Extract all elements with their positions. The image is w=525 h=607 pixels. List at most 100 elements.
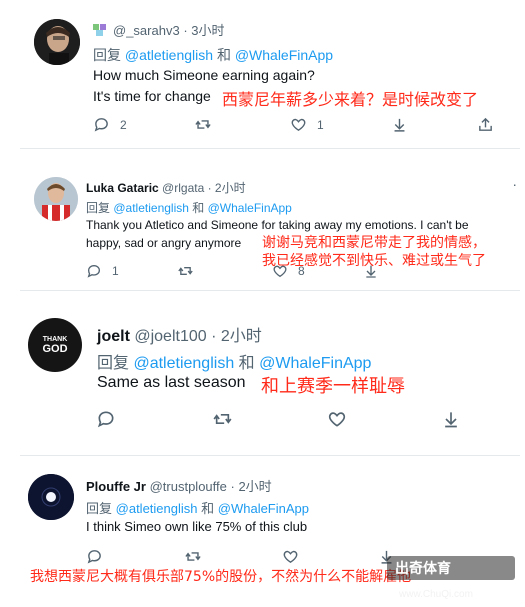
- timestamp[interactable]: · 2小时: [211, 328, 262, 345]
- reply-icon: [87, 264, 101, 278]
- tweet-text-line1: Same as last season: [97, 374, 246, 391]
- watermark-url: www.ChuQi.com: [399, 589, 473, 600]
- divider: [20, 148, 520, 149]
- chinese-annotation: 我想西蒙尼大概有俱乐部75%的股份，不然为什么不能解雇他: [30, 569, 412, 585]
- mention-whalefinapp[interactable]: @WhaleFinApp: [218, 501, 309, 516]
- reply-prefix: 回复: [97, 355, 130, 372]
- reply-prefix: 回复: [86, 201, 111, 215]
- reply-and: 和: [238, 355, 255, 372]
- timestamp[interactable]: · 2小时: [231, 479, 272, 494]
- down-arrow-icon: [394, 118, 405, 132]
- reply-count: 2: [120, 117, 127, 132]
- downvote-button[interactable]: [441, 409, 461, 429]
- reply-icon: [94, 118, 108, 132]
- username[interactable]: @joelt100: [134, 328, 206, 345]
- tweet-header: Luka Gataric @rlgata · 2小时: [86, 179, 246, 196]
- retweet-icon: [178, 267, 193, 275]
- reply-context: 回复 @atletienglish 和 @WhaleFinApp: [86, 199, 292, 216]
- avatar[interactable]: [28, 474, 74, 520]
- reply-button[interactable]: 2: [93, 116, 127, 133]
- watermark: 出奇体育 www.ChuQi.com: [387, 556, 515, 600]
- reply-count: 1: [112, 264, 119, 278]
- avatar[interactable]: [34, 19, 80, 65]
- tweet-text-line2: It's time for change: [93, 88, 211, 104]
- divider: [20, 455, 520, 456]
- reply-context: 回复 @atletienglish 和 @WhaleFinApp: [97, 349, 371, 373]
- downvote-button[interactable]: [363, 263, 379, 279]
- reply-and: 和: [216, 47, 231, 63]
- avatar-photo: [34, 19, 80, 65]
- like-count: 1: [317, 117, 324, 132]
- tweet-text-line1: Thank you Atletico and Simeone for takin…: [86, 218, 469, 232]
- mention-atletienglish[interactable]: @atletienglish: [133, 355, 234, 372]
- like-button[interactable]: 1: [290, 116, 324, 133]
- heart-icon: [291, 118, 306, 132]
- reply-button[interactable]: [96, 409, 116, 429]
- tweet-joelt100: THANK GOD joelt @joelt100 · 2小时 回复 @atle…: [0, 300, 525, 450]
- tweet-header: @_sarahv3 · 3小时: [93, 20, 224, 40]
- avatar-text-2: GOD: [42, 343, 68, 355]
- mention-whalefinapp[interactable]: @WhaleFinApp: [208, 201, 292, 215]
- avatar-text-1: THANK: [42, 336, 68, 343]
- retweet-button[interactable]: [194, 116, 212, 133]
- mention-atletienglish[interactable]: @atletienglish: [113, 201, 189, 215]
- user-badge-icon: [93, 23, 109, 40]
- tweet-header: joelt @joelt100 · 2小时: [97, 322, 262, 346]
- username[interactable]: @rlgata: [162, 181, 204, 195]
- tweet-text-line1: How much Simeone earning again?: [93, 67, 315, 83]
- chinese-annotation-line1: 谢谢马竞和西蒙尼带走了我的情感，: [262, 235, 486, 251]
- reply-context: 回复 @atletienglish 和 @WhaleFinApp: [93, 45, 333, 65]
- tweet-text-line1: I think Simeo own like 75% of this club: [86, 519, 308, 534]
- display-name[interactable]: Plouffe Jr: [86, 479, 146, 494]
- heart-icon: [273, 265, 287, 278]
- reply-icon: [97, 411, 114, 428]
- reply-button[interactable]: [86, 548, 103, 565]
- retweet-icon: [185, 552, 201, 561]
- divider: [20, 290, 520, 291]
- tweet-header: Plouffe Jr @trustplouffe · 2小时: [86, 476, 272, 495]
- mention-whalefinapp[interactable]: @WhaleFinApp: [235, 47, 333, 63]
- reply-and: 和: [201, 501, 215, 516]
- avatar-photo: [28, 474, 74, 520]
- like-count: 8: [298, 264, 305, 278]
- share-icon: [479, 117, 492, 131]
- tweet-sarahv3: @_sarahv3 · 3小时 回复 @atletienglish 和 @Wha…: [0, 0, 525, 148]
- reply-and: 和: [192, 201, 205, 215]
- username[interactable]: @_sarahv3: [113, 23, 180, 38]
- display-name[interactable]: joelt: [97, 328, 130, 345]
- like-button[interactable]: 8: [272, 263, 305, 279]
- watermark-text: 出奇体育: [395, 560, 451, 576]
- share-button[interactable]: [477, 116, 494, 133]
- retweet-icon: [213, 414, 232, 424]
- chinese-annotation: 和上赛季一样耻辱: [261, 376, 405, 397]
- timestamp[interactable]: · 2小时: [208, 181, 246, 195]
- reply-button[interactable]: 1: [86, 263, 119, 279]
- mention-atletienglish[interactable]: @atletienglish: [125, 47, 213, 63]
- more-options-icon[interactable]: ·: [512, 176, 517, 192]
- avatar[interactable]: THANK GOD: [28, 318, 82, 372]
- retweet-button[interactable]: [184, 548, 202, 565]
- like-button[interactable]: [327, 409, 347, 429]
- mention-whalefinapp[interactable]: @WhaleFinApp: [259, 355, 371, 372]
- display-name[interactable]: Luka Gataric: [86, 181, 159, 195]
- chinese-annotation: 西蒙尼年薪多少来着？是时候改变了: [222, 90, 479, 109]
- retweet-icon: [195, 120, 211, 129]
- retweet-button[interactable]: [177, 263, 194, 279]
- reply-prefix: 回复: [86, 501, 113, 516]
- retweet-button[interactable]: [212, 409, 233, 429]
- reply-prefix: 回复: [93, 47, 121, 63]
- tweet-rlgata: Luka Gataric @rlgata · 2小时 · 回复 @atletie…: [0, 160, 525, 285]
- avatar[interactable]: [34, 177, 78, 221]
- tweet-text-line2: happy, sad or angry anymore: [86, 236, 242, 250]
- reply-context: 回复 @atletienglish 和 @WhaleFinApp: [86, 498, 309, 517]
- avatar-photo: [34, 177, 78, 221]
- like-button[interactable]: [282, 548, 299, 565]
- downvote-button[interactable]: [391, 116, 408, 133]
- heart-icon: [328, 412, 346, 427]
- reply-icon: [87, 550, 101, 564]
- heart-icon: [283, 550, 298, 564]
- mention-atletienglish[interactable]: @atletienglish: [116, 501, 198, 516]
- down-arrow-icon: [366, 265, 376, 278]
- username[interactable]: @trustplouffe: [150, 479, 227, 494]
- timestamp[interactable]: · 3小时: [183, 23, 224, 38]
